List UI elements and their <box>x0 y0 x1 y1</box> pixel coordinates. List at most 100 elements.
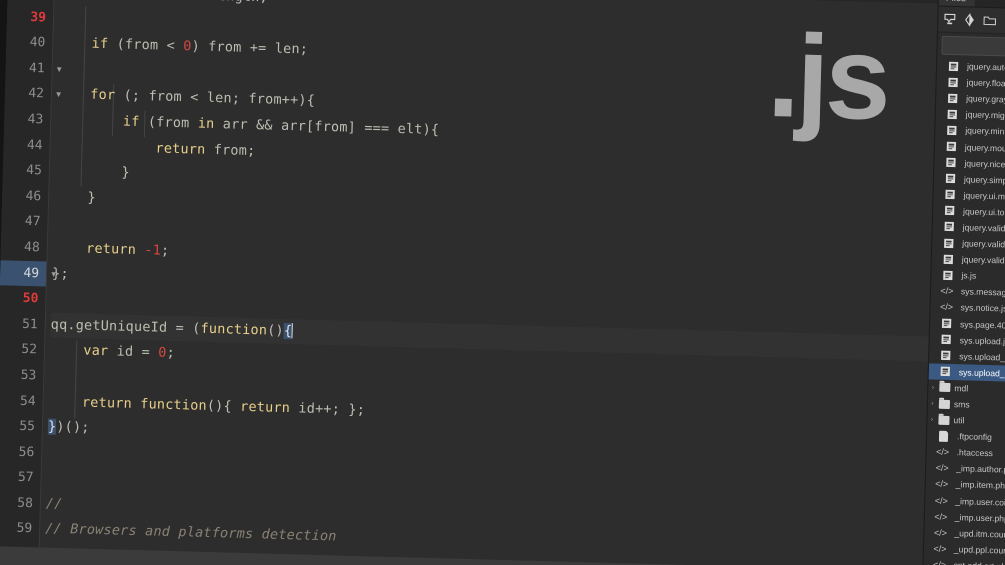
js-file-icon <box>945 108 959 121</box>
code-file-icon: </> <box>935 446 950 458</box>
line-number[interactable]: 52 <box>0 337 44 364</box>
line-number[interactable]: 46 <box>2 183 49 210</box>
js-file-icon <box>940 268 954 281</box>
line-number[interactable]: 44 <box>3 132 50 159</box>
code-editor[interactable]: 38394041▼42▼43444546474849▼5051525354555… <box>0 0 938 565</box>
tree-file-row[interactable]: </>cnt.add.art.php <box>923 556 1005 565</box>
tree-item-label: _imp.author.php <box>956 463 1005 476</box>
js-file-icon <box>943 172 957 185</box>
tree-item-label: _imp.user.coin.php <box>955 495 1005 508</box>
php-file-icon: </> <box>935 463 949 474</box>
php-file-icon: </> <box>934 511 948 522</box>
tree-item-label: _imp.user.php <box>954 511 1005 524</box>
js-file-icon <box>938 349 952 362</box>
line-number[interactable]: 50 <box>0 285 46 312</box>
folder-icon <box>937 397 951 410</box>
js-file-icon <box>942 204 956 217</box>
php-file-icon: </> <box>940 286 954 297</box>
files-panel-toolbar[interactable] <box>937 6 1005 36</box>
tree-item-label: jquery.validate.add.js <box>962 222 1005 235</box>
js-file-icon <box>941 252 955 265</box>
tree-item-label: jquery.simplr.smoothscroll.js <box>963 174 1005 187</box>
js-file-icon <box>946 59 960 72</box>
line-number[interactable]: 58 <box>0 490 40 517</box>
tree-item-label: cnt.add.art.php <box>946 560 1005 565</box>
tree-item-label: jquery.ui.touch-punch.min.js <box>963 206 1005 219</box>
php-file-icon: </> <box>932 559 947 565</box>
tree-item-label: jquery.floatingscroll.min.js <box>966 77 1005 90</box>
disclosure-arrow-icon[interactable]: › <box>928 383 937 391</box>
tree-item-label: sys.upload.js <box>959 334 1005 347</box>
disclosure-arrow-icon[interactable]: › <box>927 416 936 424</box>
tree-item-label: js.js <box>961 270 977 281</box>
tree-item-label: mdl <box>954 383 969 394</box>
tree-item-label: .htaccess <box>956 447 994 459</box>
tree-item-label: _imp.item.php <box>955 479 1005 492</box>
line-number[interactable]: 51 <box>0 311 45 338</box>
php-file-icon: </> <box>933 543 947 554</box>
tree-item-label: jquery.mousewheel.min.js <box>964 141 1005 154</box>
tree-item-label: util <box>953 415 965 426</box>
tree-item-label: sys.upload_.js <box>959 350 1005 363</box>
line-number[interactable]: 55 <box>0 413 42 440</box>
js-file-icon <box>942 188 956 201</box>
line-number[interactable]: 49 ▼ <box>0 259 56 287</box>
folder-icon <box>936 413 950 426</box>
js-file-icon <box>942 220 956 233</box>
tree-item-label: jquery.min.js <box>965 125 1005 138</box>
line-number[interactable]: 40 <box>6 30 53 57</box>
tab-files[interactable]: Files <box>938 0 976 7</box>
line-number[interactable]: 48 <box>0 234 47 261</box>
tree-item-label: _upd.ppl.count.php <box>953 544 1005 556</box>
ide-window: 38394041▼42▼43444546474849▼5051525354555… <box>0 0 1005 565</box>
disclosure-arrow-icon[interactable]: › <box>928 399 937 407</box>
php-file-icon: </> <box>939 302 954 313</box>
tree-item-label: sys.notice.js.php <box>960 302 1005 315</box>
tree-item-label: sys.page.404.js <box>959 318 1005 331</box>
line-number[interactable]: 56 <box>0 439 42 466</box>
synchronize-icon[interactable] <box>963 13 976 27</box>
tree-item-label: jquery.ui.min.js <box>963 190 1005 202</box>
php-file-icon: </> <box>933 527 948 538</box>
tree-item-label: jquery.nicescroll.min.js <box>964 157 1005 171</box>
js-file-icon <box>944 140 958 153</box>
tree-item-label: sms <box>953 399 970 410</box>
server-select[interactable] <box>941 35 1005 58</box>
code-text-area[interactable]: var len = arr.length; if (from < 0) from… <box>38 0 937 565</box>
php-file-icon: </> <box>935 479 949 490</box>
line-number[interactable]: 43 <box>4 106 51 133</box>
file-tree[interactable]: jquery.autogrowtextarea.min.js jquery.flo… <box>922 58 1005 565</box>
tree-item-label: _upd.itm.count.php <box>954 527 1005 540</box>
line-number[interactable]: 57 <box>0 464 41 491</box>
js-file-icon <box>945 91 959 104</box>
js-file-icon <box>938 333 952 346</box>
php-file-icon: </> <box>934 495 948 506</box>
line-number[interactable]: 42 ▼ <box>5 81 61 108</box>
tree-item-label: jquery.autogrowtextarea.min.js <box>966 61 1005 74</box>
line-number[interactable]: 45 <box>3 157 50 184</box>
tree-item-label: jquery.gray.min.js <box>966 93 1005 106</box>
line-number[interactable]: 54 <box>0 388 43 415</box>
line-number[interactable]: 47 <box>1 209 48 236</box>
js-file-icon <box>944 124 958 137</box>
line-number[interactable]: 39 <box>7 4 54 31</box>
tree-item-label: jquery.migrate.min.js <box>965 109 1005 122</box>
tree-item-label: sys.message.js.php <box>960 286 1005 299</box>
new-folder-icon[interactable] <box>983 14 997 27</box>
plain-file-icon <box>936 429 950 442</box>
tree-item-label: sys.upload_2.0.js <box>958 367 1005 379</box>
js-file-icon <box>941 236 955 249</box>
screenshot-root: 38394041▼42▼43444546474849▼5051525354555… <box>0 0 1005 565</box>
tree-item-label: jquery.validate.min.js <box>961 254 1005 267</box>
js-file-icon <box>938 365 952 378</box>
folder-icon <box>937 381 951 394</box>
line-number[interactable]: 59 <box>0 516 40 543</box>
js-file-icon <box>943 156 957 169</box>
line-number[interactable]: 53 <box>0 362 44 389</box>
tree-item-label: .ftpconfig <box>956 431 993 443</box>
connect-icon[interactable] <box>943 13 956 26</box>
js-file-icon <box>945 75 959 88</box>
line-number[interactable]: 41 ▼ <box>5 55 62 82</box>
tree-item-label: jquery.validate.min.js <box>962 238 1005 251</box>
js-file-icon <box>939 317 953 330</box>
